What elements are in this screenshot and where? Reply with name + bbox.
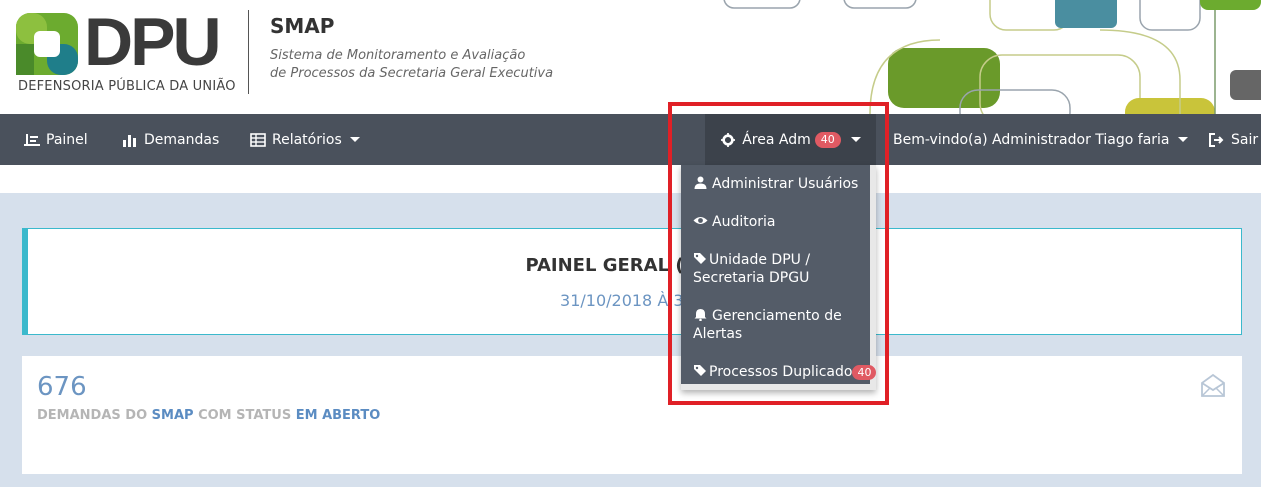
chevron-down-icon [1177, 137, 1188, 142]
logo-mark-icon [16, 13, 78, 75]
header-decoration [723, 0, 1261, 114]
nav-demandas[interactable]: Demandas [122, 114, 219, 165]
nav-demandas-label: Demandas [144, 131, 220, 148]
system-desc-line1: Sistema de Monitoramento e Avaliação [270, 48, 526, 63]
envelope-open-icon [1201, 373, 1225, 397]
nav-painel[interactable]: Painel [24, 114, 88, 165]
stat-label: DEMANDAS DO SMAP COM STATUS EM ABERTO [37, 408, 380, 423]
painel-geral-panel: PAINEL GERAL (ÚLTIM 31/10/2018 À 30.1 [22, 228, 1242, 335]
header: DPU DEFENSORIA PÚBLICA DA UNIÃO SMAP Sis… [0, 0, 1261, 114]
logo-text: DPU [84, 4, 222, 80]
highlight-annotation-box [668, 102, 889, 405]
navbar: Painel Demandas Relatórios Área Adm 40 B… [0, 114, 1261, 165]
nav-sair-label: Sair [1231, 131, 1259, 148]
nav-user-menu[interactable]: Bem-vindo(a) Administrador Tiago faria [893, 114, 1188, 165]
logout-icon [1209, 132, 1224, 147]
dpu-logo[interactable]: DPU DEFENSORIA PÚBLICA DA UNIÃO [16, 4, 236, 98]
nav-sair[interactable]: Sair [1209, 114, 1258, 165]
sitemap-icon [24, 133, 40, 146]
system-title: SMAP [270, 14, 335, 38]
stat-label-aberto: EM ABERTO [295, 408, 381, 423]
nav-painel-label: Painel [46, 131, 88, 148]
table-icon [250, 132, 266, 147]
chevron-down-icon [349, 137, 360, 142]
header-divider [248, 10, 249, 94]
nav-relatorios[interactable]: Relatórios [250, 114, 360, 165]
panel-title: PAINEL GERAL (ÚLTIM [525, 255, 744, 276]
page: DPU DEFENSORIA PÚBLICA DA UNIÃO SMAP Sis… [0, 0, 1261, 487]
stat-label-smap: SMAP [151, 408, 194, 423]
system-desc-line2: de Processos da Secretaria Geral Executi… [270, 66, 554, 81]
stat-value: 676 [37, 372, 87, 402]
stat-label-part1: DEMANDAS DO [37, 408, 152, 423]
system-description: Sistema de Monitoramento e Avaliação de … [270, 47, 553, 83]
stat-card: 676 DEMANDAS DO SMAP COM STATUS EM ABERT… [22, 356, 1242, 474]
nav-relatorios-label: Relatórios [272, 131, 342, 148]
bar-chart-icon [123, 134, 136, 147]
stat-label-part2: COM STATUS [193, 408, 296, 423]
welcome-label: Bem-vindo(a) Administrador Tiago faria [893, 131, 1170, 148]
panel-date-range: 31/10/2018 À 30.1 [560, 291, 709, 310]
logo-subtitle: DEFENSORIA PÚBLICA DA UNIÃO [18, 79, 236, 94]
